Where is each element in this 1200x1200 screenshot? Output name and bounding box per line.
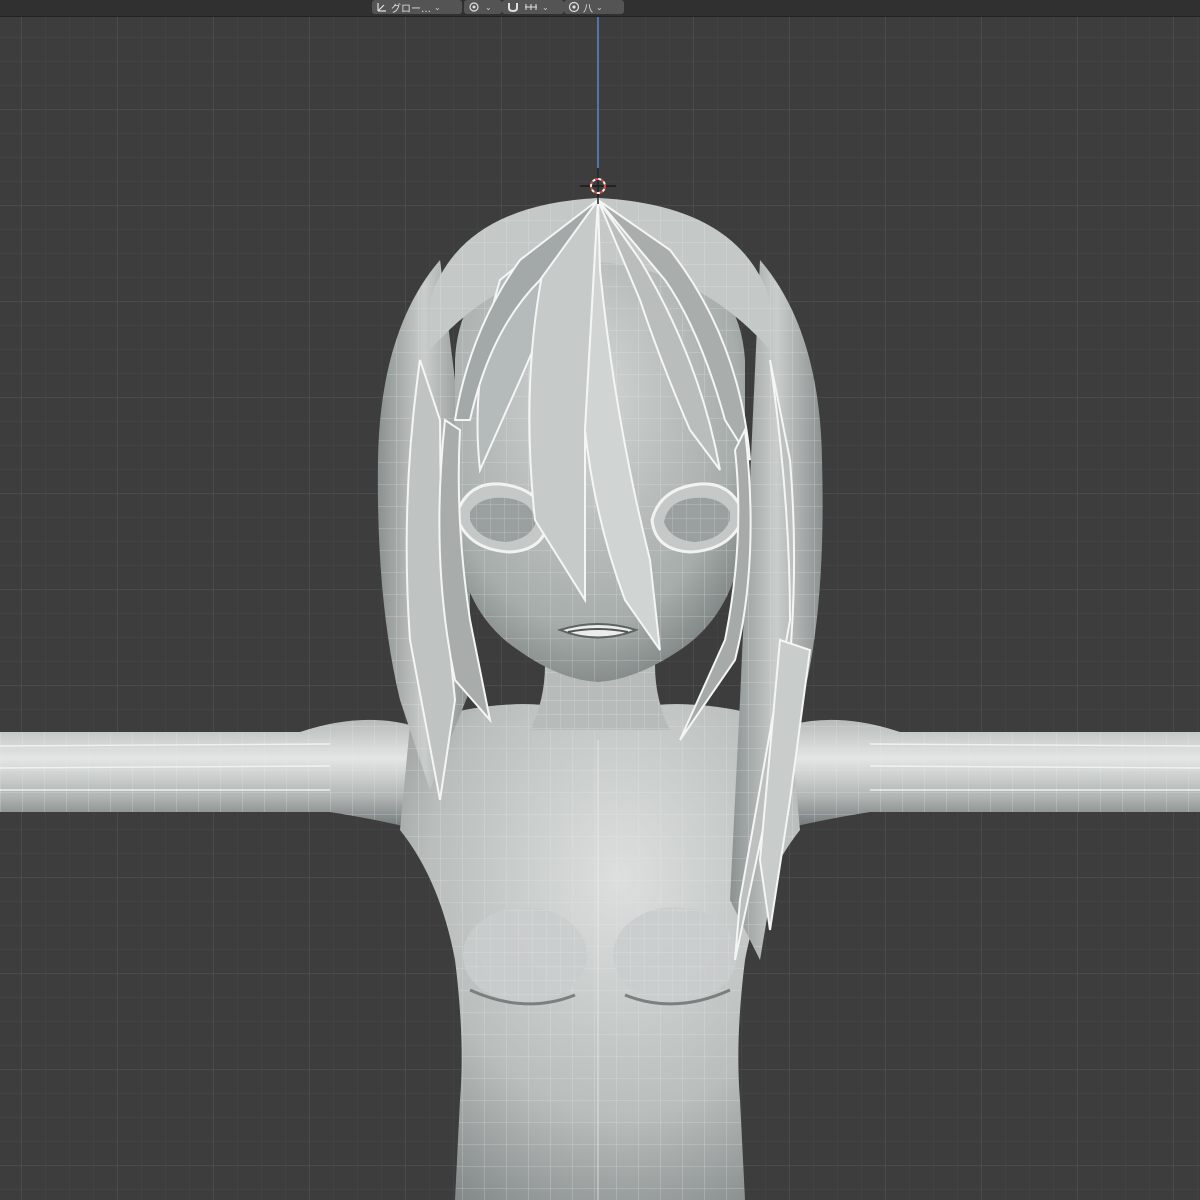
character-mesh[interactable] [0, 0, 1200, 1200]
pivot-point-dropdown[interactable]: ⌄ [464, 0, 502, 14]
left-arm[interactable] [0, 719, 420, 830]
right-arm[interactable] [780, 719, 1200, 830]
falloff-label: 八 [583, 3, 593, 15]
3d-cursor-icon[interactable] [580, 168, 616, 204]
proportional-editing-icon[interactable] [568, 1, 580, 13]
orientation-axes-icon [377, 3, 386, 12]
pivot-point-icon [469, 2, 479, 12]
snap-increment-icon[interactable] [523, 1, 539, 13]
transform-orientation-dropdown[interactable]: グロー… ⌄ [372, 0, 462, 15]
3d-viewport[interactable]: グロー… ⌄ ⌄ ⌄ 八 ⌄ [0, 0, 1200, 1200]
snapping-controls[interactable]: ⌄ [502, 0, 564, 14]
transform-orientation-label: グロー… [391, 3, 431, 15]
snap-magnet-icon[interactable] [506, 1, 520, 13]
chevron-down-icon: ⌄ [485, 2, 492, 12]
viewport-header: グロー… ⌄ ⌄ ⌄ 八 ⌄ [0, 0, 1200, 17]
chevron-down-icon: ⌄ [542, 2, 549, 12]
chevron-down-icon: ⌄ [596, 2, 603, 12]
proportional-editing-controls[interactable]: 八 ⌄ [564, 0, 624, 15]
chevron-down-icon: ⌄ [434, 2, 441, 12]
